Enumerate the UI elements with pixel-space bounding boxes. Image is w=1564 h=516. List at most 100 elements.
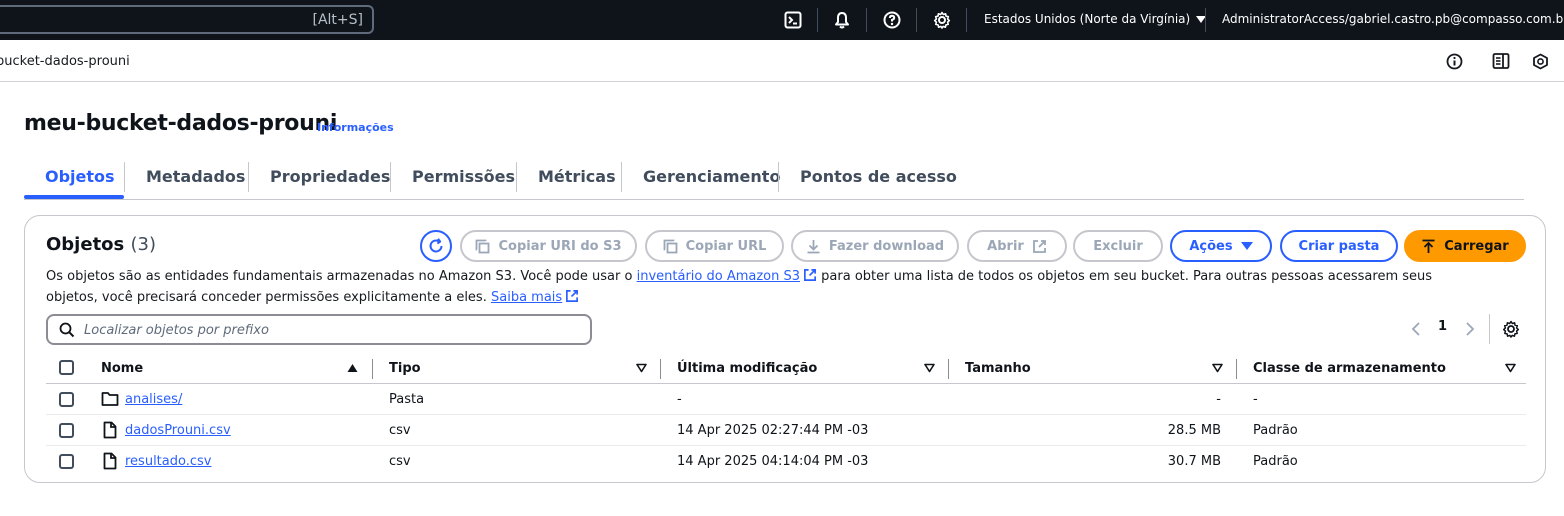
tab-permissoes[interactable]: Permissões xyxy=(412,160,515,199)
external-link-icon xyxy=(804,269,816,281)
object-name-link[interactable]: resultado.csv xyxy=(125,454,211,469)
copy-icon xyxy=(663,239,677,253)
tab-divider xyxy=(621,162,622,192)
learn-more-link[interactable]: Saiba mais xyxy=(491,290,562,305)
tab-divider xyxy=(248,162,249,192)
info-icon[interactable] xyxy=(1444,51,1464,71)
account-menu[interactable]: AdministratorAccess/gabriel.castro.pb@co… xyxy=(1222,12,1564,26)
side-panel-icon[interactable] xyxy=(1491,51,1511,71)
download-icon xyxy=(807,239,820,253)
page-number[interactable]: 1 xyxy=(1438,319,1447,334)
sort-ascending-icon[interactable] xyxy=(347,363,358,373)
gear-icon[interactable] xyxy=(931,9,953,31)
inventory-link[interactable]: inventário do Amazon S3 xyxy=(637,269,800,284)
select-all-checkbox[interactable] xyxy=(59,360,74,375)
object-size: 28.5 MB xyxy=(1167,423,1221,438)
global-search-input[interactable]: [Alt+S] xyxy=(0,5,374,34)
button-label: Criar pasta xyxy=(1298,238,1380,254)
sort-icon[interactable] xyxy=(636,363,647,373)
object-type: csv xyxy=(389,454,411,469)
hexagon-icon[interactable] xyxy=(1530,51,1550,71)
button-label: Copiar URL xyxy=(685,238,767,254)
object-name-link[interactable]: dadosProuni.csv xyxy=(125,423,231,438)
pager-divider xyxy=(1489,314,1490,344)
objects-description: Os objetos são as entidades fundamentais… xyxy=(46,266,1476,308)
row-checkbox[interactable] xyxy=(59,392,74,407)
tab-propriedades[interactable]: Propriedades xyxy=(270,160,390,199)
objects-panel: Objetos (3) Copiar URI do S3 Copiar URL … xyxy=(24,215,1546,483)
tab-label: Propriedades xyxy=(270,167,391,186)
region-label: Estados Unidos (Norte da Virgínia) xyxy=(984,12,1191,26)
breadcrumb-current: bucket-dados-prouni xyxy=(0,54,130,69)
copy-s3-uri-button[interactable]: Copiar URI do S3 xyxy=(460,230,637,262)
search-input[interactable] xyxy=(84,321,564,339)
button-label: Copiar URI do S3 xyxy=(498,238,622,254)
region-selector[interactable]: Estados Unidos (Norte da Virgínia) xyxy=(984,12,1207,26)
object-size: 30.7 MB xyxy=(1167,454,1221,469)
object-name-link[interactable]: analises/ xyxy=(125,392,182,407)
bell-icon[interactable] xyxy=(831,9,853,31)
tab-label: Métricas xyxy=(538,167,616,186)
objects-heading: Objetos (3) xyxy=(46,234,156,255)
chevron-right-icon[interactable] xyxy=(1465,322,1475,336)
account-label: AdministratorAccess/gabriel.castro.pb@co… xyxy=(1222,12,1564,26)
button-label: Fazer download xyxy=(828,238,945,254)
description-text: Os objetos são as entidades fundamentais… xyxy=(46,269,633,284)
button-label: Abrir xyxy=(987,238,1024,254)
chevron-left-icon[interactable] xyxy=(1411,322,1421,336)
column-header-type[interactable]: Tipo xyxy=(389,361,421,376)
caret-down-icon xyxy=(1240,242,1253,250)
tab-divider xyxy=(124,162,125,192)
refresh-button[interactable] xyxy=(420,230,452,262)
tab-pontos-de-acesso[interactable]: Pontos de acesso xyxy=(800,160,957,199)
tab-metricas[interactable]: Métricas xyxy=(538,160,616,199)
sort-icon[interactable] xyxy=(924,363,935,373)
tab-divider xyxy=(390,162,391,192)
column-header-size[interactable]: Tamanho xyxy=(965,361,1031,376)
copy-url-button[interactable]: Copiar URL xyxy=(645,230,784,262)
file-icon xyxy=(103,421,117,439)
objects-title: Objetos xyxy=(46,234,125,255)
help-icon[interactable] xyxy=(881,9,903,31)
tab-metadados[interactable]: Metadados xyxy=(146,160,245,199)
settings-gear-icon[interactable] xyxy=(1502,320,1520,338)
upload-button[interactable]: Carregar xyxy=(1404,230,1526,262)
tab-label: Permissões xyxy=(412,167,516,186)
create-folder-button[interactable]: Criar pasta xyxy=(1280,230,1398,262)
actions-dropdown[interactable]: Ações xyxy=(1170,230,1272,262)
download-button[interactable]: Fazer download xyxy=(791,230,959,262)
column-divider xyxy=(1236,359,1237,379)
sort-icon[interactable] xyxy=(1505,363,1516,373)
tab-label: Gerenciamento xyxy=(643,167,781,186)
object-filter[interactable] xyxy=(46,314,592,345)
tab-gerenciamento[interactable]: Gerenciamento xyxy=(643,160,780,199)
object-type: Pasta xyxy=(389,392,425,407)
column-header-name[interactable]: Nome xyxy=(101,361,143,376)
tab-bar: Objetos Metadados Propriedades Permissõe… xyxy=(24,160,1524,200)
column-header-last-modified[interactable]: Última modificação xyxy=(677,361,817,376)
sort-icon[interactable] xyxy=(1212,363,1223,373)
object-last-modified: - xyxy=(677,392,682,407)
nav-divider xyxy=(866,8,867,32)
row-checkbox[interactable] xyxy=(59,423,74,438)
button-label: Carregar xyxy=(1444,238,1509,254)
table-row[interactable]: analises/ Pasta - - - xyxy=(46,384,1526,415)
search-shortcut-hint: [Alt+S] xyxy=(312,12,364,28)
table-row[interactable]: resultado.csv csv 14 Apr 2025 04:14:04 P… xyxy=(46,446,1526,477)
row-checkbox[interactable] xyxy=(59,454,74,469)
object-storage-class: - xyxy=(1253,392,1258,407)
tab-objetos[interactable]: Objetos xyxy=(45,160,115,199)
object-last-modified: 14 Apr 2025 04:14:04 PM -03 xyxy=(677,454,869,469)
external-link-icon xyxy=(566,290,579,302)
cloudshell-icon[interactable] xyxy=(782,9,804,31)
open-button[interactable]: Abrir xyxy=(967,230,1067,262)
object-last-modified: 14 Apr 2025 02:27:44 PM -03 xyxy=(677,423,869,438)
info-link[interactable]: Informações xyxy=(317,121,394,134)
column-header-storage-class[interactable]: Classe de armazenamento xyxy=(1253,361,1446,376)
button-label: Ações xyxy=(1189,238,1233,254)
table-header: Nome Tipo Última modificação Tamanho Cla… xyxy=(46,353,1526,384)
tab-label: Objetos xyxy=(45,167,115,186)
delete-button[interactable]: Excluir xyxy=(1073,230,1163,262)
object-storage-class: Padrão xyxy=(1253,454,1298,469)
table-row[interactable]: dadosProuni.csv csv 14 Apr 2025 02:27:44… xyxy=(46,415,1526,446)
